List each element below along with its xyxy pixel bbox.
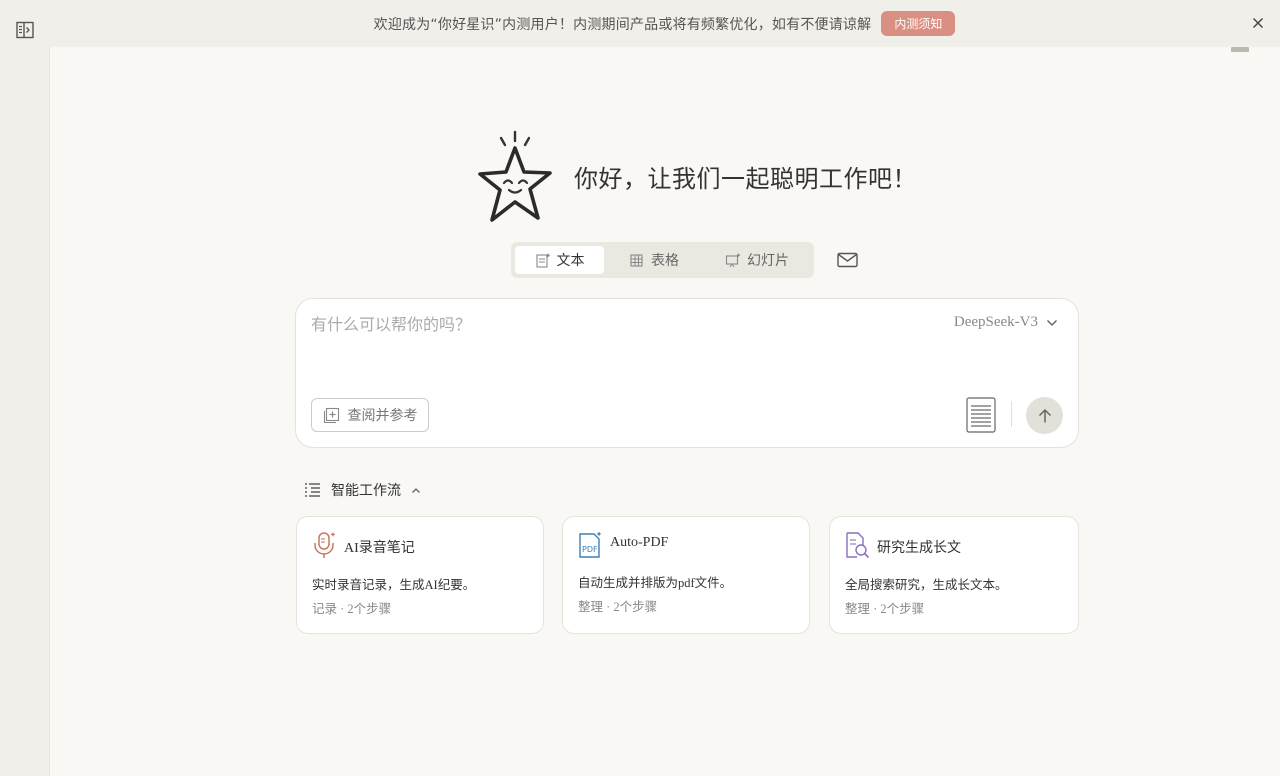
card-meta: 整理 · 2个步骤: [578, 600, 658, 614]
card-description: 实时录音记录，生成AI纪要。: [312, 578, 476, 592]
beta-notice-banner: 欢迎成为“你好星识”内测用户！内测期间产品或将有频繁优化，如有不便请谅解 内测须…: [49, 0, 1280, 47]
model-select[interactable]: DeepSeek-V3: [954, 314, 1058, 331]
reference-button[interactable]: 查阅并参考: [311, 398, 429, 432]
card-title: Auto-PDF: [610, 535, 669, 550]
text-doc-icon: [535, 253, 550, 268]
beta-notice-button[interactable]: 内测须知: [881, 11, 956, 36]
slides-icon: [725, 253, 741, 268]
banner-text: 欢迎成为“你好星识”内测用户！内测期间产品或将有频繁优化，如有不便请谅解: [373, 16, 872, 33]
tab-label: 文本: [556, 253, 585, 269]
close-icon: [1253, 18, 1263, 28]
card-description: 全局搜索研究，生成长文本。: [845, 578, 1008, 592]
chevron-down-icon: [1046, 319, 1058, 326]
document-button[interactable]: [966, 397, 996, 433]
microphone-icon: [314, 532, 336, 558]
chat-composer: DeepSeek-V3 查阅并参考: [295, 298, 1079, 448]
list-icon: [305, 483, 320, 497]
corner-indicator: [1231, 47, 1249, 52]
arrow-up-icon: [1038, 408, 1051, 422]
card-meta: 记录 · 2个步骤: [312, 602, 392, 616]
composer-divider: [1011, 401, 1012, 427]
card-meta: 整理 · 2个步骤: [845, 602, 925, 616]
svg-text:PDF: PDF: [582, 545, 598, 554]
mail-icon: [836, 252, 858, 268]
card-title: AI录音笔记: [344, 541, 415, 556]
banner-close-button[interactable]: [1250, 15, 1266, 31]
workflow-cards: AI录音笔记 实时录音记录，生成AI纪要。 记录 · 2个步骤 PDF Auto…: [296, 516, 1079, 634]
workflow-title: 智能工作流: [331, 483, 401, 499]
tab-label: 幻灯片: [747, 253, 789, 269]
star-mascot-icon: [478, 130, 552, 222]
table-icon: [630, 254, 643, 267]
tab-table[interactable]: 表格: [604, 246, 704, 274]
mail-button[interactable]: [836, 250, 858, 270]
card-description: 自动生成并排版为pdf文件。: [578, 576, 733, 590]
tab-slides[interactable]: 幻灯片: [704, 246, 810, 274]
hero: 你好，让我们一起聪明工作吧！: [476, 126, 926, 226]
document-lines-icon: [966, 397, 996, 433]
card-title: 研究生成长文: [877, 541, 961, 556]
pdf-icon: PDF: [579, 531, 602, 558]
mode-tabs: 文本 表格 幻灯片: [511, 242, 814, 278]
doc-search-icon: [846, 532, 870, 559]
chevron-up-icon: [412, 487, 420, 493]
hero-title: 你好，让我们一起聪明工作吧！: [574, 164, 917, 193]
workflow-section-toggle[interactable]: 智能工作流: [304, 480, 421, 500]
prompt-input[interactable]: [311, 313, 931, 335]
tab-label: 表格: [651, 253, 679, 269]
sidebar: [0, 0, 49, 776]
sidebar-toggle-button[interactable]: [14, 19, 36, 41]
workflow-card-auto-pdf[interactable]: PDF Auto-PDF 自动生成并排版为pdf文件。 整理 · 2个步骤: [562, 516, 810, 634]
model-name: DeepSeek-V3: [953, 314, 1038, 330]
add-reference-icon: [323, 407, 339, 423]
workflow-card-ai-recording[interactable]: AI录音笔记 实时录音记录，生成AI纪要。 记录 · 2个步骤: [296, 516, 544, 634]
tab-text[interactable]: 文本: [515, 246, 604, 274]
send-button[interactable]: [1026, 397, 1063, 434]
workflow-card-research-longform[interactable]: 研究生成长文 全局搜索研究，生成长文本。 整理 · 2个步骤: [829, 516, 1079, 634]
reference-button-label: 查阅并参考: [347, 408, 418, 424]
sidebar-expand-icon: [16, 21, 34, 39]
